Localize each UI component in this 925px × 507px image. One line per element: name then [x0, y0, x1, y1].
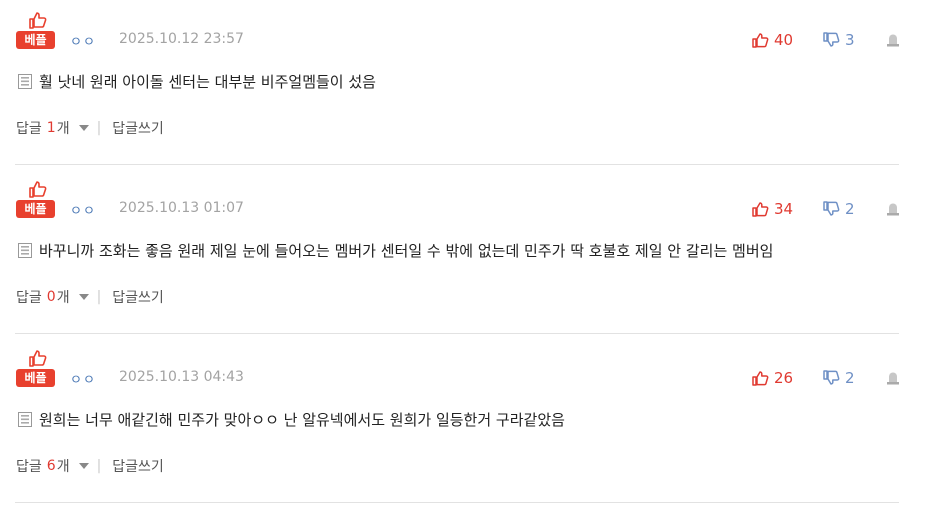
reply-count: 0 — [46, 289, 56, 305]
caret-down-icon[interactable] — [78, 125, 89, 131]
thumbs-up-icon — [29, 181, 47, 198]
like-button[interactable]: 26 — [752, 368, 793, 388]
thumbs-down-icon — [823, 201, 840, 216]
replies-toggle[interactable]: 답글 1 개 — [16, 118, 97, 138]
document-icon — [18, 243, 32, 258]
report-icon[interactable] — [885, 370, 901, 386]
best-label: 베플 — [16, 200, 55, 218]
dislike-button[interactable]: 2 — [823, 368, 855, 388]
comment-item: 베플 ㅇㅇ 2025.10.12 23:57 40 3 훨 낫네 원래 아이돌 … — [0, 0, 925, 169]
like-count: 26 — [774, 369, 794, 387]
replies-toggle[interactable]: 답글 6 개 — [16, 456, 97, 476]
reply-unit: 개 — [56, 290, 70, 306]
comment-text: 원희는 너무 애같긴해 민주가 맞아ㅇㅇ 난 알유넥에서도 원희가 일등한거 구… — [39, 411, 565, 429]
dislike-count: 2 — [845, 200, 855, 218]
comment-date: 2025.10.13 01:07 — [119, 200, 244, 216]
dislike-count: 3 — [845, 31, 855, 49]
comment-body: 바꾸니까 조화는 좋음 원래 제일 눈에 들어오는 멤버가 센터일 수 밖에 없… — [18, 240, 773, 261]
thumbs-up-icon — [752, 33, 769, 48]
report-icon[interactable] — [885, 32, 901, 48]
divider: | — [96, 458, 102, 474]
comment-list: 베플 ㅇㅇ 2025.10.12 23:57 40 3 훨 낫네 원래 아이돌 … — [0, 0, 925, 506]
reply-unit: 개 — [56, 121, 70, 137]
comment-body: 원희는 너무 애같긴해 민주가 맞아ㅇㅇ 난 알유넥에서도 원희가 일등한거 구… — [18, 409, 565, 430]
reply-count: 1 — [46, 120, 56, 136]
dislike-count: 2 — [845, 369, 855, 387]
reply-bar: 답글 1 개 | 답글쓰기 — [16, 118, 164, 138]
replies-toggle[interactable]: 답글 0 개 — [16, 287, 97, 307]
comment-date: 2025.10.12 23:57 — [119, 31, 244, 47]
comment-text: 바꾸니까 조화는 좋음 원래 제일 눈에 들어오는 멤버가 센터일 수 밖에 없… — [39, 242, 774, 260]
best-badge: 베플 — [16, 10, 58, 54]
reply-count: 6 — [46, 458, 56, 474]
divider — [15, 164, 899, 165]
document-icon — [18, 74, 32, 89]
divider: | — [96, 120, 102, 136]
like-button[interactable]: 34 — [752, 199, 793, 219]
like-count: 40 — [774, 31, 794, 49]
best-badge: 베플 — [16, 348, 58, 392]
reply-bar: 답글 0 개 | 답글쓰기 — [16, 287, 164, 307]
comment-date: 2025.10.13 04:43 — [119, 369, 244, 385]
caret-down-icon[interactable] — [78, 463, 89, 469]
nickname[interactable]: ㅇㅇ — [70, 369, 96, 388]
reply-bar: 답글 6 개 | 답글쓰기 — [16, 456, 164, 476]
divider — [15, 333, 899, 334]
reply-label: 답글 — [16, 121, 42, 137]
thumbs-up-icon — [752, 371, 769, 386]
best-label: 베플 — [16, 369, 55, 387]
nickname[interactable]: ㅇㅇ — [70, 200, 96, 219]
best-label: 베플 — [16, 31, 55, 49]
dislike-button[interactable]: 3 — [823, 30, 855, 50]
write-reply-button[interactable]: 답글쓰기 — [112, 456, 164, 476]
comment-item: 베플 ㅇㅇ 2025.10.13 04:43 26 2 원희는 너무 애같긴해 … — [0, 338, 925, 507]
thumbs-up-icon — [29, 12, 47, 29]
thumbs-up-icon — [752, 202, 769, 217]
reply-unit: 개 — [56, 459, 70, 475]
divider — [15, 502, 899, 503]
thumbs-up-icon — [29, 350, 47, 367]
comment-text: 훨 낫네 원래 아이돌 센터는 대부분 비주얼멤들이 섰음 — [39, 73, 376, 91]
thumbs-down-icon — [823, 370, 840, 385]
dislike-button[interactable]: 2 — [823, 199, 855, 219]
comment-item: 베플 ㅇㅇ 2025.10.13 01:07 34 2 바꾸니까 조화는 좋음 … — [0, 169, 925, 338]
reply-label: 답글 — [16, 290, 42, 306]
divider: | — [96, 289, 102, 305]
reply-label: 답글 — [16, 459, 42, 475]
report-icon[interactable] — [885, 201, 901, 217]
write-reply-button[interactable]: 답글쓰기 — [112, 287, 164, 307]
thumbs-down-icon — [823, 32, 840, 47]
like-button[interactable]: 40 — [752, 30, 793, 50]
comment-body: 훨 낫네 원래 아이돌 센터는 대부분 비주얼멤들이 섰음 — [18, 71, 376, 92]
document-icon — [18, 412, 32, 427]
caret-down-icon[interactable] — [78, 294, 89, 300]
like-count: 34 — [774, 200, 794, 218]
write-reply-button[interactable]: 답글쓰기 — [112, 118, 164, 138]
best-badge: 베플 — [16, 179, 58, 223]
nickname[interactable]: ㅇㅇ — [70, 31, 96, 50]
